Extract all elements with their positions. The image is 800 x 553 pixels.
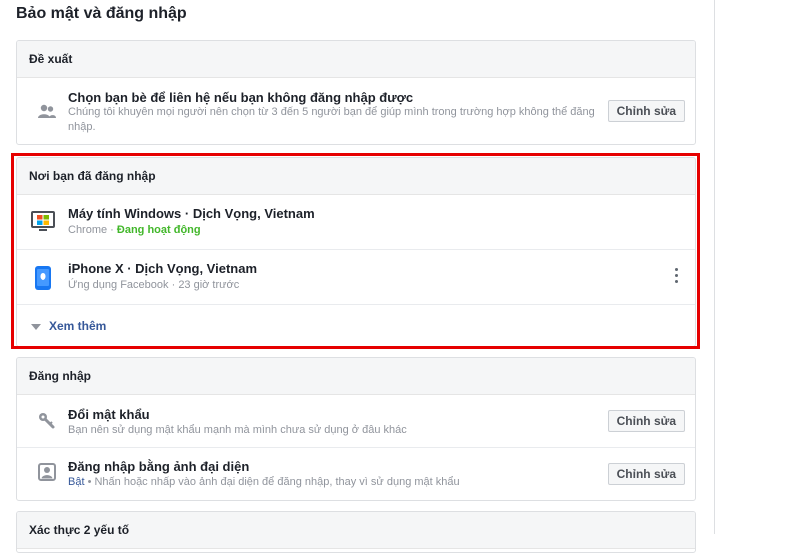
profile-picture-login-row: Đăng nhập bằng ảnh đại diện Bật • Nhấn h… bbox=[17, 447, 695, 500]
profile-picture-login-status: Bật bbox=[68, 476, 85, 488]
profile-picture-login-edit-button[interactable]: Chỉnh sửa bbox=[607, 463, 685, 485]
session-row[interactable]: Máy tính Windows · Dịch Vọng, Vietnam Ch… bbox=[17, 195, 695, 249]
recommended-card: Đề xuất Chọn bạn bè để liên hệ nếu bạn k… bbox=[16, 40, 696, 145]
friends-icon bbox=[37, 102, 57, 122]
session-row[interactable]: iPhone X · Dịch Vọng, Vietnam Ứng dụng F… bbox=[17, 249, 695, 304]
session-last-active: 23 giờ trước bbox=[178, 279, 240, 291]
trusted-contacts-row: Chọn bạn bè để liên hệ nếu bạn không đăn… bbox=[17, 78, 695, 144]
right-divider bbox=[714, 0, 715, 534]
two-factor-card: Xác thực 2 yếu tố bbox=[16, 511, 696, 553]
profile-picture-login-title: Đăng nhập bằng ảnh đại diện bbox=[68, 459, 250, 474]
session-meta: Ứng dụng Facebook · 23 giờ trước bbox=[68, 279, 240, 291]
two-factor-header: Xác thực 2 yếu tố bbox=[17, 512, 695, 549]
session-app: Ứng dụng Facebook bbox=[68, 279, 169, 291]
more-options-icon[interactable] bbox=[675, 268, 679, 286]
see-more-link[interactable]: Xem thêm bbox=[31, 319, 106, 333]
session-title: iPhone X · Dịch Vọng, Vietnam bbox=[68, 261, 258, 276]
profile-picture-login-description: Bật • Nhấn hoặc nhấp vào ảnh đại diện để… bbox=[68, 476, 460, 488]
key-icon bbox=[37, 411, 57, 431]
change-password-title: Đổi mật khẩu bbox=[68, 407, 150, 422]
change-password-row: Đổi mật khẩu Bạn nên sử dụng mật khẩu mạ… bbox=[17, 395, 695, 447]
login-card: Đăng nhập Đổi mật khẩu Bạn nên sử dụng m… bbox=[16, 357, 696, 501]
page-title: Bảo mật và đăng nhập bbox=[16, 5, 187, 22]
chevron-down-icon bbox=[31, 323, 41, 330]
login-header: Đăng nhập bbox=[17, 358, 695, 395]
session-title: Máy tính Windows · Dịch Vọng, Vietnam bbox=[68, 206, 315, 221]
session-app: Chrome bbox=[68, 224, 108, 236]
recommended-header: Đề xuất bbox=[17, 41, 695, 78]
windows-desktop-icon bbox=[31, 210, 55, 234]
change-password-edit-button[interactable]: Chỉnh sửa bbox=[607, 410, 685, 432]
profile-picture-icon bbox=[37, 462, 57, 482]
see-more-row[interactable]: Xem thêm bbox=[17, 304, 695, 346]
trusted-contacts-title: Chọn bạn bè để liên hệ nếu bạn không đăn… bbox=[68, 90, 414, 105]
where-logged-in-card: Nơi bạn đã đăng nhập Máy tính Windows · … bbox=[16, 157, 696, 347]
iphone-icon bbox=[34, 265, 52, 291]
trusted-contacts-edit-button[interactable]: Chỉnh sửa bbox=[607, 100, 685, 122]
change-password-description: Bạn nên sử dụng mật khẩu mạnh mà mình ch… bbox=[68, 424, 407, 436]
session-meta: Chrome · Đang hoạt động bbox=[68, 224, 201, 236]
where-logged-in-header: Nơi bạn đã đăng nhập bbox=[17, 158, 695, 195]
trusted-contacts-description: Chúng tôi khuyên mọi người nên chọn từ 3… bbox=[68, 106, 595, 133]
session-status-active: Đang hoạt động bbox=[116, 224, 201, 236]
